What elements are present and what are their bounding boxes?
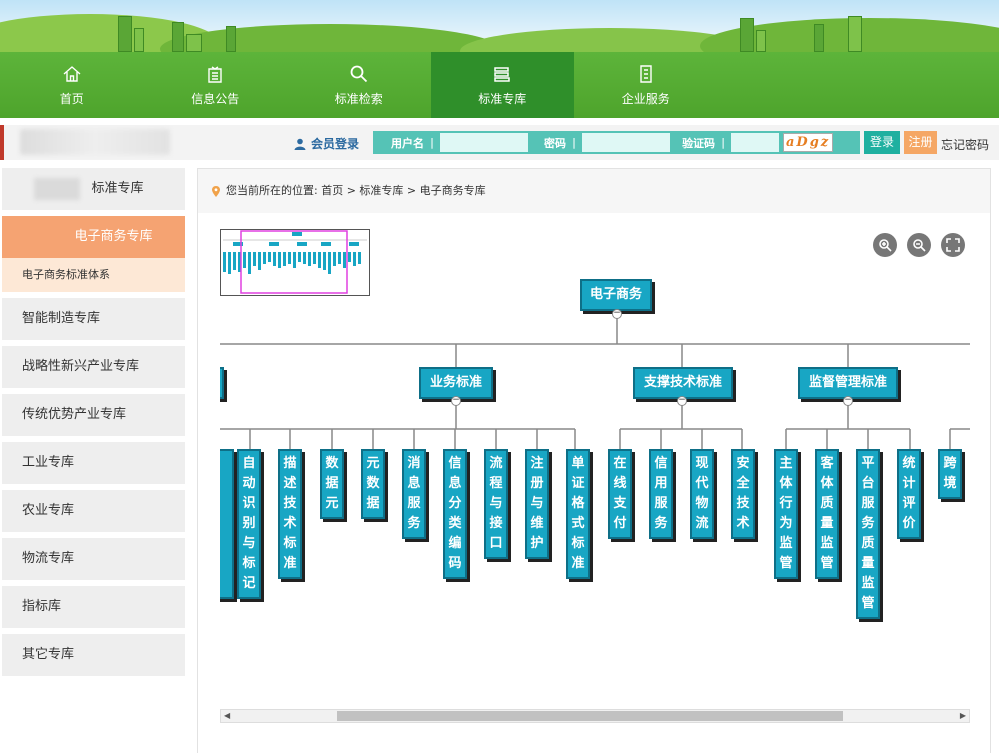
tree-leaf[interactable]: 在线支付 — [608, 449, 632, 539]
sidebar: 标准专库 电子商务专库 电子商务标准体系 智能制造专库 战略性新兴产业专库 传统… — [2, 168, 185, 682]
main-nav: 首页 信息公告 标准检索 标准专库 企业服务 — [0, 52, 999, 118]
tree-leaf[interactable]: 平台服务质量监管 — [856, 449, 880, 619]
register-button[interactable]: 注册 — [904, 131, 937, 154]
nav-enterprise-label: 企业服务 — [621, 91, 670, 106]
captcha-label: 验证码 — [682, 136, 716, 150]
sidebar-item-logistics[interactable]: 物流专库 — [2, 538, 185, 580]
tree-leaf[interactable]: 统计评价 — [897, 449, 921, 539]
nav-enterprise[interactable]: 企业服务 — [574, 52, 718, 118]
document-icon — [640, 64, 652, 83]
horizontal-scrollbar[interactable]: ◀ ▶ — [220, 709, 970, 723]
breadcrumb-text: 您当前所在的位置: 首页 > 标准专库 > 电子商务专库 — [226, 184, 486, 197]
tree-leaf-partial[interactable] — [220, 449, 234, 599]
nav-home[interactable]: 首页 — [0, 52, 144, 118]
zoom-out-icon — [913, 239, 926, 252]
scrollbar-thumb[interactable] — [337, 711, 843, 721]
collapse-support-icon[interactable]: − — [677, 396, 687, 406]
scroll-left-icon[interactable]: ◀ — [224, 710, 230, 722]
zoom-in-button[interactable] — [873, 233, 897, 257]
captcha-image[interactable]: aDgz — [783, 133, 834, 152]
tree-leaf[interactable]: 单证格式标准 — [566, 449, 590, 579]
breadcrumb: 您当前所在的位置: 首页 > 标准专库 > 电子商务专库 — [198, 169, 990, 213]
login-form: 用户名 | 密码 | 验证码 | aDgz — [373, 131, 860, 154]
user-icon — [294, 138, 306, 150]
login-button[interactable]: 登录 — [864, 131, 900, 154]
blurred-chip — [34, 178, 80, 200]
standards-tree[interactable]: 电子商务 − 业务标准 − 支撑技术标准 − 监督管理标准 − 自动识别与标记 … — [220, 269, 970, 709]
sidebar-item-smart-manufacturing[interactable]: 智能制造专库 — [2, 298, 185, 340]
collapse-supervision-icon[interactable]: − — [843, 396, 853, 406]
sidebar-item-industry[interactable]: 工业专库 — [2, 442, 185, 484]
member-login-bar: 会员登录 用户名 | 密码 | 验证码 | aDgz 登录 注册 忘记密码 — [0, 125, 999, 160]
forgot-password-link[interactable]: 忘记密码 — [941, 136, 989, 153]
tree-leaf[interactable]: 流程与接口 — [484, 449, 508, 559]
nav-notice[interactable]: 信息公告 — [144, 52, 288, 118]
nav-search-label: 标准检索 — [334, 91, 383, 106]
sidebar-item-agriculture[interactable]: 农业专库 — [2, 490, 185, 532]
books-icon — [494, 66, 510, 82]
tree-leaf[interactable]: 消息服务 — [402, 449, 426, 539]
fit-screen-button[interactable] — [941, 233, 965, 257]
location-pin-icon — [212, 185, 220, 197]
sidebar-item-others[interactable]: 其它专库 — [2, 634, 185, 676]
nav-notice-label: 信息公告 — [191, 91, 240, 106]
tree-leaf[interactable]: 信息分类编码 — [443, 449, 467, 579]
tree-leaf[interactable]: 现代物流 — [690, 449, 714, 539]
header-banner — [0, 0, 999, 52]
tree-leaf[interactable]: 数据元 — [320, 449, 344, 519]
collapse-business-icon[interactable]: − — [451, 396, 461, 406]
tree-leaf[interactable]: 元数据 — [361, 449, 385, 519]
nav-standards-label: 标准专库 — [478, 91, 527, 106]
collapse-root-icon[interactable]: − — [612, 309, 622, 319]
tree-leaf[interactable]: 安全技术 — [731, 449, 755, 539]
password-input[interactable] — [582, 133, 671, 152]
nav-standards[interactable]: 标准专库 — [430, 52, 574, 118]
username-input[interactable] — [440, 133, 529, 152]
tree-node-partial-left[interactable] — [220, 367, 224, 399]
sidebar-item-ecommerce[interactable]: 电子商务专库 — [2, 216, 185, 258]
expand-icon — [946, 238, 960, 252]
search-icon — [350, 65, 367, 82]
username-label: 用户名 — [391, 136, 424, 150]
zoom-out-button[interactable] — [907, 233, 931, 257]
home-icon — [63, 65, 81, 82]
tree-leaf[interactable]: 跨境 — [938, 449, 962, 499]
sidebar-item-strategic-emerging[interactable]: 战略性新兴产业专库 — [2, 346, 185, 388]
zoom-in-icon — [879, 239, 892, 252]
nav-home-label: 首页 — [59, 91, 84, 106]
captcha-input[interactable] — [731, 133, 780, 152]
member-login-title: 会员登录 — [294, 135, 359, 152]
password-label: 密码 — [544, 136, 567, 150]
tree-leaf[interactable]: 主体行为监管 — [774, 449, 798, 579]
sidebar-item-traditional[interactable]: 传统优势产业专库 — [2, 394, 185, 436]
main-content: 您当前所在的位置: 首页 > 标准专库 > 电子商务专库 电子商务 − 业务标准… — [197, 168, 991, 753]
notice-icon — [208, 65, 222, 83]
sidebar-subitem-ecommerce-system[interactable]: 电子商务标准体系 — [2, 258, 185, 292]
tree-leaf[interactable]: 客体质量监管 — [815, 449, 839, 579]
member-login-label: 会员登录 — [311, 137, 360, 151]
scroll-right-icon[interactable]: ▶ — [960, 710, 966, 722]
blurred-logo — [20, 129, 170, 155]
tree-leaf[interactable]: 自动识别与标记 — [237, 449, 261, 599]
tree-leaf[interactable]: 信用服务 — [649, 449, 673, 539]
sidebar-item-standards[interactable]: 标准专库 — [2, 168, 185, 210]
tree-root-node[interactable]: 电子商务 — [580, 279, 652, 311]
nav-search[interactable]: 标准检索 — [287, 52, 431, 118]
sidebar-item-indicators[interactable]: 指标库 — [2, 586, 185, 628]
tree-leaf[interactable]: 描述技术标准 — [278, 449, 302, 579]
tree-leaf[interactable]: 注册与维护 — [525, 449, 549, 559]
